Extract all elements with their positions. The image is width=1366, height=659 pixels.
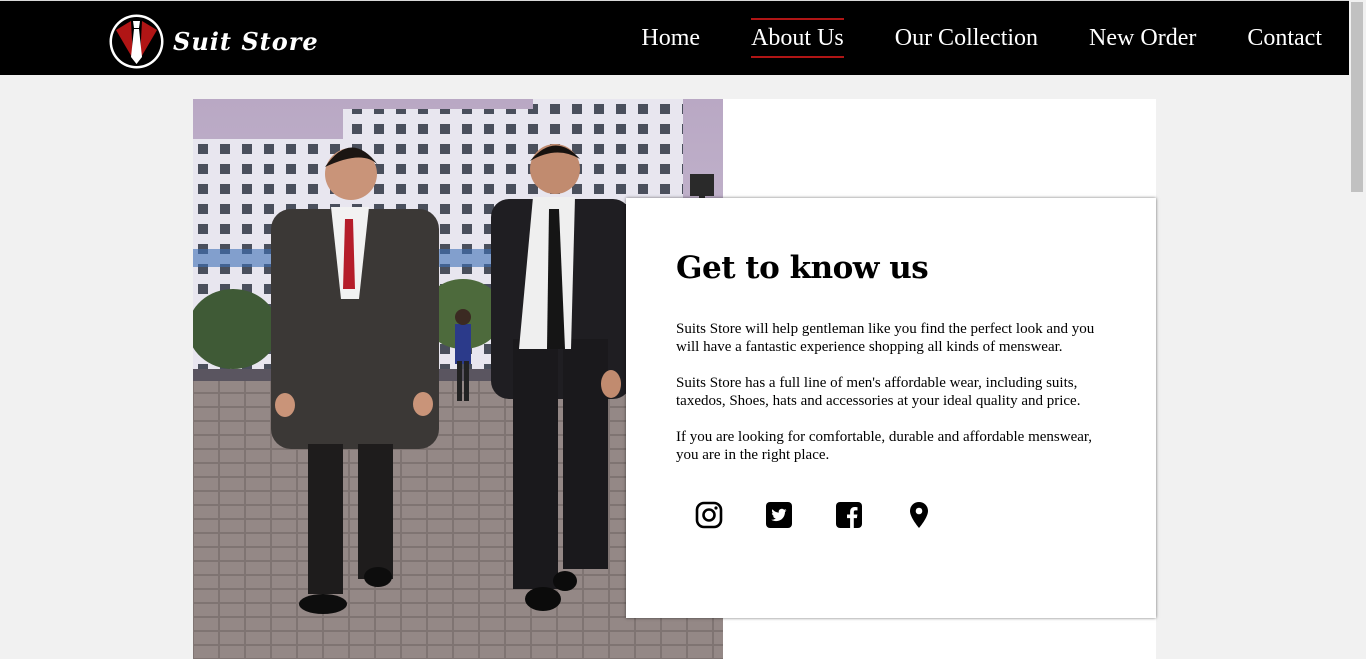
main-nav: Home About Us Our Collection New Order C… <box>590 1 1322 75</box>
nav-home[interactable]: Home <box>641 20 700 56</box>
about-title: Get to know us <box>676 250 929 286</box>
location-pin-icon <box>910 502 928 528</box>
location-link[interactable] <box>904 500 934 530</box>
instagram-icon <box>695 501 723 529</box>
nav-our-collection[interactable]: Our Collection <box>895 20 1038 56</box>
tie-logo-icon <box>109 14 164 69</box>
nav-new-order[interactable]: New Order <box>1089 20 1196 56</box>
social-links <box>694 500 1106 530</box>
brand-name: Suit Store <box>173 27 319 56</box>
about-paragraph-1: Suits Store will help gentleman like you… <box>676 321 1095 355</box>
about-paragraph-2: Suits Store has a full line of men's aff… <box>676 375 1081 409</box>
facebook-icon <box>836 502 862 528</box>
about-paragraph-3: If you are looking for comfortable, dura… <box>676 429 1093 463</box>
twitter-icon <box>766 502 792 528</box>
navbar: Suit Store Home About Us Our Collection … <box>0 0 1349 75</box>
scrollbar-thumb[interactable] <box>1351 2 1363 192</box>
facebook-link[interactable] <box>834 500 864 530</box>
page-scrollbar[interactable] <box>1349 0 1366 654</box>
brand-logo-link[interactable]: Suit Store <box>108 13 319 70</box>
nav-contact[interactable]: Contact <box>1247 20 1322 56</box>
about-card: Get to know us Suits Store will help gen… <box>626 198 1156 618</box>
twitter-link[interactable] <box>764 500 794 530</box>
instagram-link[interactable] <box>694 500 724 530</box>
nav-about-us[interactable]: About Us <box>751 18 844 58</box>
